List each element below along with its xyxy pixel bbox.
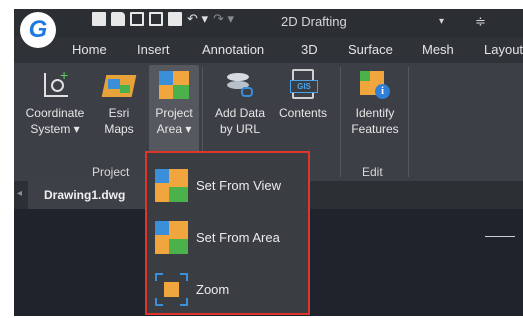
workspace-selector[interactable]: 2D Drafting ▾ ≑ [281,12,486,32]
add-data-label-line2: by URL [219,122,260,136]
gis-contents-icon: GIS [286,69,320,99]
set-from-area-icon [155,220,188,254]
document-tab-label: Drawing1.dwg [44,188,126,202]
ribbon-tabs: Home Insert Annotation 3D Surface Mesh L… [14,37,523,63]
add-data-icon [223,69,257,99]
chevron-down-icon: ▾ [439,16,445,27]
open-folder-icon[interactable] [111,12,125,26]
logo-letter: G [28,16,48,43]
tab-insert[interactable]: Insert [137,42,170,57]
workspace-label: 2D Drafting [281,14,347,29]
tab-scroll-left-icon[interactable]: ◂ [17,188,22,199]
coordinate-label-line2: System ▾ [30,122,80,136]
identify-features-button[interactable]: i Identify Features [344,69,406,137]
project-area-icon [157,69,191,99]
contents-label: Contents [278,106,328,120]
app-logo[interactable]: G [20,12,56,48]
set-from-view-icon [155,168,188,202]
new-file-icon[interactable] [92,12,106,26]
tab-surface[interactable]: Surface [348,42,393,57]
group-label-edit: Edit [362,165,383,179]
project-area-label-line2: Area ▾ [156,122,192,136]
coordinate-label-line1: Coordinate [25,106,85,120]
menu-item-zoom[interactable]: Zoom [155,267,305,311]
esri-label-line1: Esri [108,106,130,120]
project-area-dropdown-menu: Set From View Set From Area Zoom [145,151,310,315]
tab-mesh[interactable]: Mesh [422,42,454,57]
save-icon[interactable] [130,12,144,26]
redo-icon[interactable]: ↷ ▾ [213,12,234,26]
tab-layout[interactable]: Layout [484,42,523,57]
menu-item-label: Set From View [196,177,282,193]
save-as-icon[interactable] [149,12,163,26]
identify-label-line1: Identify [355,106,395,120]
tab-home[interactable]: Home [72,42,107,57]
document-tab-drawing1[interactable]: Drawing1.dwg [28,181,146,209]
menu-item-label: Set From Area [196,229,280,245]
ribbon-separator [340,67,341,177]
add-data-label-line1: Add Data [214,106,266,120]
canvas-line [485,236,515,237]
zoom-extents-icon [155,272,188,306]
title-bar: ↶ ▾ ↷ ▾ 2D Drafting ▾ ≑ [14,9,523,37]
coordinate-system-button[interactable]: + Coordinate System ▾ [20,68,90,137]
print-icon[interactable] [168,12,182,26]
gis-badge: GIS [290,80,318,93]
tab-annotation[interactable]: Annotation [202,42,264,57]
menu-item-set-from-view[interactable]: Set From View [155,163,305,207]
menu-item-label: Zoom [196,281,230,297]
project-area-label-line1: Project [155,106,193,120]
esri-maps-icon [101,69,137,99]
undo-icon[interactable]: ↶ ▾ [187,12,208,26]
esri-label-line2: Maps [104,122,134,136]
identify-features-icon: i [358,69,392,99]
project-area-button[interactable]: Project Area ▾ [149,69,199,137]
add-data-by-url-button[interactable]: Add Data by URL [208,69,272,137]
ribbon-separator [408,67,409,177]
tab-3d[interactable]: 3D [301,42,318,57]
esri-maps-button[interactable]: Esri Maps [94,69,144,137]
menu-item-set-from-area[interactable]: Set From Area [155,215,305,259]
group-label-project: Project [92,165,130,179]
customize-icon[interactable]: ≑ [475,12,486,32]
identify-label-line2: Features [351,122,399,136]
coordinate-system-icon: + [38,68,72,99]
contents-button[interactable]: GIS Contents [272,69,334,121]
quick-access-toolbar: ↶ ▾ ↷ ▾ [92,12,234,26]
